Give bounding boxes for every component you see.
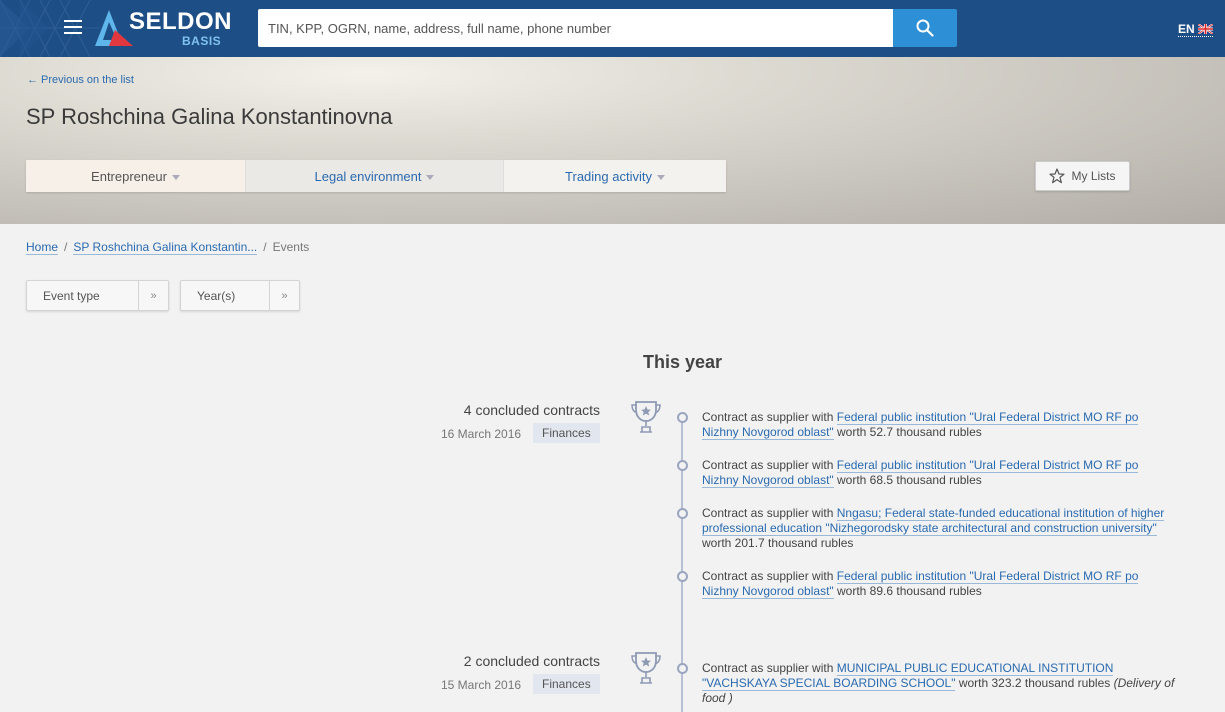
event-amount: worth 323.2 thousand rubles <box>955 676 1114 690</box>
event-amount: worth 68.5 thousand rubles <box>833 473 982 487</box>
breadcrumb-separator: / <box>263 240 267 254</box>
trophy-icon <box>631 401 661 433</box>
category-tag[interactable]: Finances <box>533 674 600 694</box>
event-amount: worth 201.7 thousand rubles <box>702 536 854 550</box>
top-bar: SELDON BASIS EN <box>0 0 1225 57</box>
tab-trading-activity[interactable]: Trading activity <box>504 160 726 192</box>
tab-label: Trading activity <box>565 168 652 184</box>
group-title: 4 concluded contracts <box>463 402 600 418</box>
event-amount: worth 89.6 thousand rubles <box>833 584 982 598</box>
previous-on-list-link[interactable]: ← Previous on the list <box>27 74 134 86</box>
years-label: Year(s) <box>197 288 236 303</box>
event-item: Contract as supplier with Federal public… <box>702 410 1177 440</box>
search-button[interactable] <box>893 9 957 47</box>
event-prefix: Contract as supplier with <box>702 410 837 424</box>
timeline-dot <box>677 663 688 674</box>
event-item: Contract as supplier with MUNICIPAL PUBL… <box>702 661 1177 706</box>
breadcrumb-entity[interactable]: SP Roshchina Galina Konstantin... <box>73 240 258 255</box>
section-tabs: Entrepreneur Legal environment Trading a… <box>26 160 726 192</box>
logo-text[interactable]: SELDON <box>129 8 232 36</box>
double-chevron-down-icon[interactable]: » <box>269 281 299 310</box>
event-prefix: Contract as supplier with <box>702 506 837 520</box>
event-item: Contract as supplier with Federal public… <box>702 569 1177 599</box>
chevron-down-icon <box>656 174 665 180</box>
timeline-dot <box>677 571 688 582</box>
entity-header: ← Previous on the list SP Roshchina Gali… <box>0 57 1225 224</box>
breadcrumb-home[interactable]: Home <box>26 240 59 255</box>
group-date: 15 March 2016 <box>441 678 522 692</box>
tab-legal-environment[interactable]: Legal environment <box>246 160 504 192</box>
event-type-label: Event type <box>43 288 100 303</box>
page-title: SP Roshchina Galina Konstantinovna <box>26 104 393 129</box>
tab-label: Legal environment <box>314 168 422 184</box>
double-chevron-down-icon[interactable]: » <box>138 281 168 310</box>
group-date: 16 March 2016 <box>441 427 522 441</box>
menu-icon[interactable] <box>64 20 82 36</box>
timeline-dot <box>677 412 688 423</box>
group-title: 2 concluded contracts <box>463 653 600 669</box>
logo-subtitle: BASIS <box>182 34 222 48</box>
search-input[interactable] <box>258 9 893 47</box>
category-tag[interactable]: Finances <box>533 423 600 443</box>
breadcrumb-separator: / <box>64 240 68 254</box>
search-icon <box>916 19 934 37</box>
uk-flag-icon <box>1197 24 1213 34</box>
event-amount: worth 52.7 thousand rubles <box>833 425 982 439</box>
language-switch[interactable]: EN <box>1178 22 1213 37</box>
tab-label: Entrepreneur <box>91 168 167 184</box>
event-prefix: Contract as supplier with <box>702 458 837 472</box>
timeline-dot <box>677 508 688 519</box>
event-prefix: Contract as supplier with <box>702 661 837 675</box>
chevron-down-icon <box>426 174 435 180</box>
tab-entrepreneur[interactable]: Entrepreneur <box>26 160 246 192</box>
breadcrumb-current: Events <box>272 240 310 254</box>
trophy-icon <box>631 652 661 684</box>
years-filter[interactable]: Year(s) » <box>180 280 300 311</box>
timeline-dot <box>677 460 688 471</box>
chevron-down-icon <box>171 174 180 180</box>
breadcrumb: Home / SP Roshchina Galina Konstantin...… <box>26 240 309 255</box>
star-icon <box>1049 168 1066 184</box>
my-lists-label: My Lists <box>1071 169 1116 183</box>
my-lists-button[interactable]: My Lists <box>1035 161 1130 191</box>
event-type-filter[interactable]: Event type » <box>26 280 169 311</box>
event-prefix: Contract as supplier with <box>702 569 837 583</box>
event-item: Contract as supplier with Nngasu; Federa… <box>702 506 1177 551</box>
section-title: This year <box>642 352 723 372</box>
event-item: Contract as supplier with Federal public… <box>702 458 1177 488</box>
language-label: EN <box>1178 22 1195 36</box>
